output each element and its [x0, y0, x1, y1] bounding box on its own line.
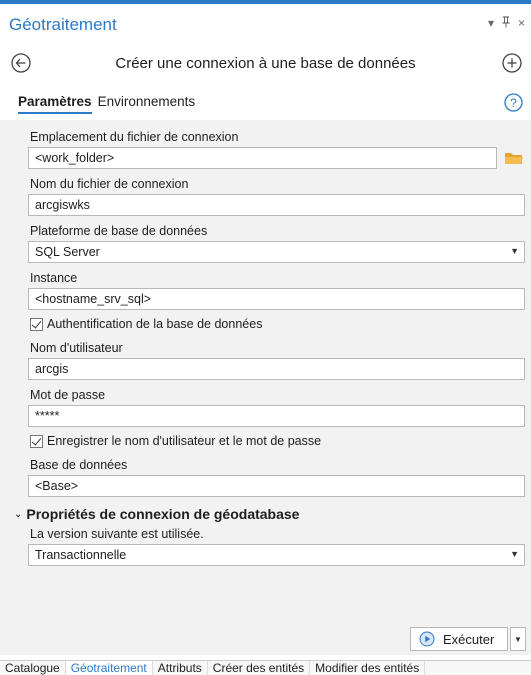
tab-environments[interactable]: Environnements	[98, 94, 196, 114]
auto-hide-pin-icon[interactable]	[502, 16, 510, 31]
database-label: Base de données	[30, 458, 128, 472]
svg-text:?: ?	[510, 96, 517, 110]
version-label: La version suivante est utilisée.	[30, 527, 204, 541]
dock-tab-modify-features[interactable]: Modifier des entités	[310, 661, 426, 675]
pane-title: Géotraitement	[9, 15, 117, 34]
play-icon	[419, 631, 435, 647]
back-arrow-icon[interactable]	[10, 52, 32, 74]
save-credentials-checkbox-row[interactable]: Enregistrer le nom d'utilisateur et le m…	[30, 434, 321, 448]
platform-selected-value: SQL Server	[35, 245, 100, 259]
platform-label: Plateforme de base de données	[30, 224, 208, 238]
dock-tab-attributes[interactable]: Attributs	[153, 661, 208, 675]
db-auth-checkbox-row[interactable]: Authentification de la base de données	[30, 317, 262, 331]
filename-input[interactable]: arcgiswks	[28, 194, 525, 216]
run-button-label: Exécuter	[443, 631, 495, 647]
save-credentials-label: Enregistrer le nom d'utilisateur et le m…	[47, 434, 322, 448]
add-icon[interactable]	[501, 52, 523, 74]
location-input[interactable]: <work_folder>	[28, 147, 497, 169]
password-label: Mot de passe	[30, 388, 106, 402]
browse-folder-icon[interactable]	[503, 148, 525, 168]
chevron-down-icon: ▼	[510, 549, 519, 559]
dock-tab-create-features[interactable]: Créer des entités	[208, 661, 311, 675]
geodb-section-title: Propriétés de connexion de géodatabase	[26, 506, 300, 522]
run-button[interactable]: Exécuter	[410, 627, 508, 651]
pane-options-icon[interactable]: ▾	[488, 16, 494, 31]
geodb-section-header[interactable]: ⌄ Propriétés de connexion de géodatabase	[14, 506, 299, 522]
tool-title: Créer une connexion à une base de donnée…	[115, 55, 416, 72]
chevron-down-icon: ⌄	[14, 508, 23, 520]
location-label: Emplacement du fichier de connexion	[30, 130, 239, 144]
chevron-down-icon: ▼	[510, 246, 519, 256]
pane-controls: ▾ ×	[488, 16, 525, 31]
instance-input[interactable]: <hostname_srv_sql>	[28, 288, 525, 310]
pane-header: Géotraitement ▾ ×	[0, 4, 531, 42]
save-credentials-checkbox[interactable]	[30, 434, 43, 448]
password-input[interactable]: *****	[28, 405, 525, 427]
platform-select[interactable]: SQL Server ▼	[28, 241, 525, 263]
database-input[interactable]: <Base>	[28, 475, 525, 497]
close-icon[interactable]: ×	[518, 16, 525, 31]
run-options-dropdown[interactable]: ▼	[510, 627, 526, 651]
chevron-down-icon: ▼	[514, 634, 522, 644]
instance-label: Instance	[30, 271, 78, 285]
tool-tabs: Paramètres Environnements	[18, 94, 195, 114]
version-select[interactable]: Transactionnelle ▼	[28, 544, 525, 566]
username-input[interactable]: arcgis	[28, 358, 525, 380]
username-label: Nom d'utilisateur	[30, 341, 123, 355]
filename-label: Nom du fichier de connexion	[30, 177, 189, 191]
run-footer: Exécuter ▼	[0, 625, 531, 655]
tool-header: Créer une connexion à une base de donnée…	[0, 50, 531, 80]
db-auth-label: Authentification de la base de données	[47, 317, 263, 331]
dock-tabs: Catalogue Géotraitement Attributs Créer …	[0, 660, 531, 675]
dock-tab-geoprocessing[interactable]: Géotraitement	[65, 661, 153, 675]
tab-parameters[interactable]: Paramètres	[18, 94, 92, 114]
dock-tab-catalog[interactable]: Catalogue	[0, 661, 66, 675]
version-selected-value: Transactionnelle	[35, 548, 127, 562]
db-auth-checkbox[interactable]	[30, 317, 43, 331]
help-icon[interactable]: ?	[504, 93, 523, 112]
